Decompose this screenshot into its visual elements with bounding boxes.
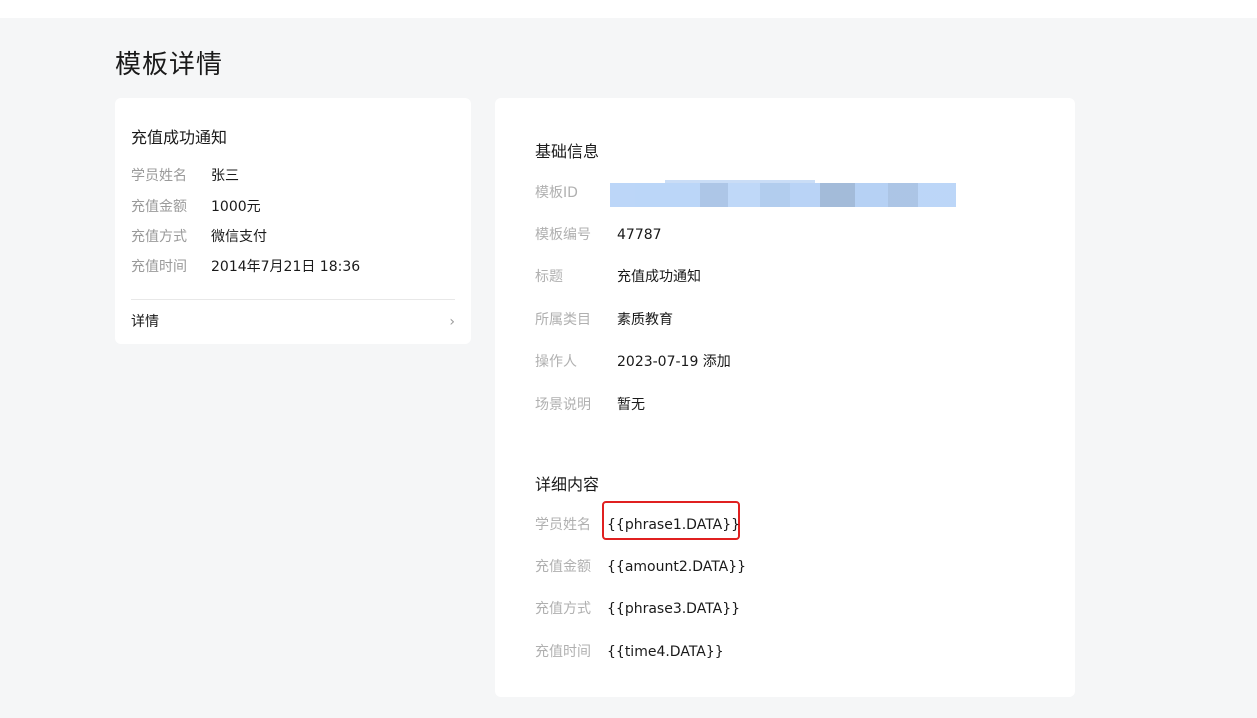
detail-content-value: {{phrase1.DATA}} — [607, 517, 741, 533]
basic-info-value: 47787 — [617, 227, 662, 243]
preview-title: 充值成功通知 — [131, 128, 228, 147]
detail-content-row-student-name: 学员姓名 {{phrase1.DATA}} — [535, 514, 1035, 536]
redacted-template-id — [610, 180, 956, 207]
preview-detail-link[interactable]: 详情 › — [131, 312, 455, 332]
detail-content-row-time: 充值时间 {{time4.DATA}} — [535, 641, 1035, 663]
detail-content-value: {{time4.DATA}} — [607, 644, 724, 660]
basic-info-value: 充值成功通知 — [617, 269, 701, 285]
preview-value: 张三 — [211, 168, 239, 184]
preview-divider — [131, 299, 455, 300]
basic-info-value: 暂无 — [617, 397, 645, 413]
basic-info-row-scene: 场景说明 暂无 — [535, 394, 1035, 416]
preview-value: 2014年7月21日 18:36 — [211, 259, 361, 275]
basic-info-title: 基础信息 — [535, 142, 600, 161]
template-preview-card: 充值成功通知 学员姓名 张三 充值金额 1000元 充值方式 微信支付 充值时间 201… — [115, 98, 471, 344]
basic-info-label: 标题 — [535, 269, 563, 285]
basic-info-label: 场景说明 — [535, 397, 591, 413]
detail-content-label: 充值方式 — [535, 601, 591, 617]
template-detail-card: 基础信息 模板ID 模板编号 47787 标题 充值成功通知 所属类目 素质教育… — [495, 98, 1075, 697]
detail-content-value: {{amount2.DATA}} — [607, 559, 747, 575]
basic-info-value: 2023-07-19 添加 — [617, 354, 731, 370]
detail-link-label: 详情 — [131, 314, 159, 330]
detail-content-row-amount: 充值金额 {{amount2.DATA}} — [535, 556, 1035, 578]
detail-content-row-method: 充值方式 {{phrase3.DATA}} — [535, 598, 1035, 620]
detail-content-value: {{phrase3.DATA}} — [607, 601, 741, 617]
template-id-label: 模板ID — [535, 185, 578, 201]
preview-row-time: 充值时间 2014年7月21日 18:36 — [131, 257, 360, 277]
preview-row-method: 充值方式 微信支付 — [131, 227, 267, 247]
page-title: 模板详情 — [115, 50, 224, 80]
preview-row-student-name: 学员姓名 张三 — [131, 166, 239, 186]
preview-label: 学员姓名 — [131, 168, 187, 184]
basic-info-row-number: 模板编号 47787 — [535, 224, 1035, 246]
preview-value: 微信支付 — [211, 229, 267, 245]
detail-content-title: 详细内容 — [535, 475, 600, 494]
preview-value: 1000元 — [211, 199, 261, 215]
preview-label: 充值金额 — [131, 199, 187, 215]
top-bar — [0, 0, 1257, 18]
detail-content-label: 充值金额 — [535, 559, 591, 575]
basic-info-label: 操作人 — [535, 354, 577, 370]
basic-info-row-category: 所属类目 素质教育 — [535, 309, 1035, 331]
chevron-right-icon: › — [449, 314, 455, 330]
basic-info-row-operator: 操作人 2023-07-19 添加 — [535, 351, 1035, 373]
preview-label: 充值方式 — [131, 229, 187, 245]
basic-info-label: 所属类目 — [535, 312, 591, 328]
detail-content-label: 充值时间 — [535, 644, 591, 660]
basic-info-value: 素质教育 — [617, 312, 673, 328]
basic-info-row-title: 标题 充值成功通知 — [535, 266, 1035, 288]
preview-row-amount: 充值金额 1000元 — [131, 197, 261, 217]
detail-content-label: 学员姓名 — [535, 517, 591, 533]
preview-label: 充值时间 — [131, 259, 187, 275]
basic-info-label: 模板编号 — [535, 227, 591, 243]
